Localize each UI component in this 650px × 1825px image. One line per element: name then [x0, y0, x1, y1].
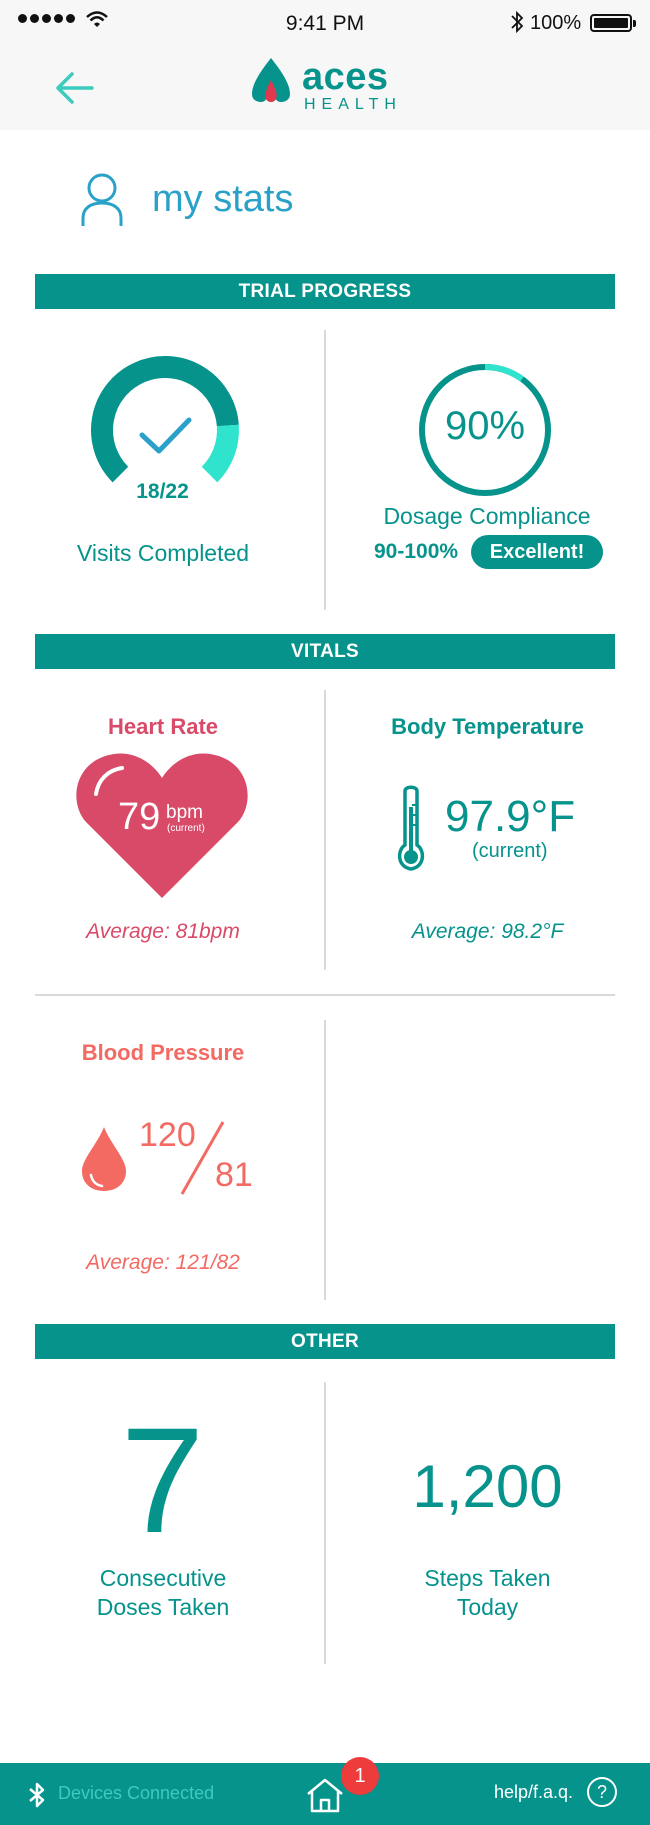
dosage-percent: 90% — [444, 404, 526, 448]
page-title: my stats — [152, 178, 294, 220]
heart-rate-unit: bpm — [166, 802, 203, 823]
checkmark-icon — [139, 417, 192, 454]
blood-pressure-diastolic: 81 — [215, 1156, 253, 1194]
section-header-other: OTHER — [35, 1324, 615, 1359]
aces-health-logo: aces HEALTH — [250, 56, 410, 116]
help-faq-link[interactable]: help/f.a.q. — [494, 1782, 573, 1803]
bluetooth-icon — [511, 10, 524, 34]
battery-percent: 100% — [530, 12, 582, 34]
devices-connected-status: Devices Connected — [58, 1783, 215, 1803]
blood-pressure-title: Blood Pressure — [81, 1040, 245, 1065]
doses-label-line2: Doses Taken — [96, 1594, 230, 1620]
visits-count: 18/22 — [136, 480, 189, 503]
arrow-left-icon[interactable] — [52, 66, 96, 110]
thermometer-icon — [397, 785, 425, 871]
bluetooth-icon — [29, 1782, 45, 1808]
heart-rate-average: Average: 81bpm — [86, 920, 240, 943]
steps-label-line2: Today — [456, 1594, 519, 1620]
heart-rate-qualifier: (current) — [167, 823, 205, 834]
section-header-trial-progress: TRIAL PROGRESS — [35, 274, 615, 309]
dosage-range: 90-100% — [374, 540, 459, 563]
logo-mark-icon — [252, 58, 290, 102]
dosage-label: Dosage Compliance — [383, 503, 591, 529]
home-icon[interactable] — [305, 1777, 345, 1813]
body-temperature-average: Average: 98.2°F — [411, 920, 564, 943]
nav-bar: aces HEALTH — [0, 46, 650, 130]
brand-name: aces — [302, 56, 389, 98]
brand-subtitle: HEALTH — [304, 96, 402, 113]
visits-progress-gauge — [91, 356, 239, 483]
column-divider — [324, 330, 326, 610]
help-icon[interactable]: ? — [587, 1777, 617, 1807]
dosage-rating-badge: Excellent! — [471, 535, 603, 569]
body-temperature-title: Body Temperature — [391, 714, 584, 739]
doses-label-line1: Consecutive — [99, 1565, 227, 1591]
consecutive-doses-value: 7 — [120, 1396, 205, 1564]
status-bar: 9:41 PM 100% — [0, 0, 650, 46]
heart-icon — [76, 753, 248, 898]
blood-drop-icon — [82, 1127, 126, 1191]
bottom-bar: Devices Connected 1 help/f.a.q. ? — [0, 1757, 650, 1825]
body-temperature-value: 97.9°F — [445, 792, 576, 841]
user-icon — [81, 173, 123, 226]
visits-label: Visits Completed — [76, 540, 250, 566]
column-divider — [324, 1020, 326, 1300]
heart-rate-title: Heart Rate — [107, 714, 219, 739]
steps-label-line1: Steps Taken — [424, 1565, 551, 1591]
steps-taken-value: 1,200 — [412, 1453, 563, 1520]
row-divider — [35, 994, 615, 996]
heart-rate-value: 79 — [118, 796, 161, 838]
notification-badge[interactable]: 1 — [341, 1757, 379, 1795]
column-divider — [324, 1382, 326, 1664]
section-header-vitals: VITALS — [35, 634, 615, 669]
column-divider — [324, 690, 326, 970]
body-temperature-qualifier: (current) — [472, 840, 548, 862]
battery-icon — [590, 14, 636, 32]
blood-pressure-average: Average: 121/82 — [86, 1251, 240, 1274]
